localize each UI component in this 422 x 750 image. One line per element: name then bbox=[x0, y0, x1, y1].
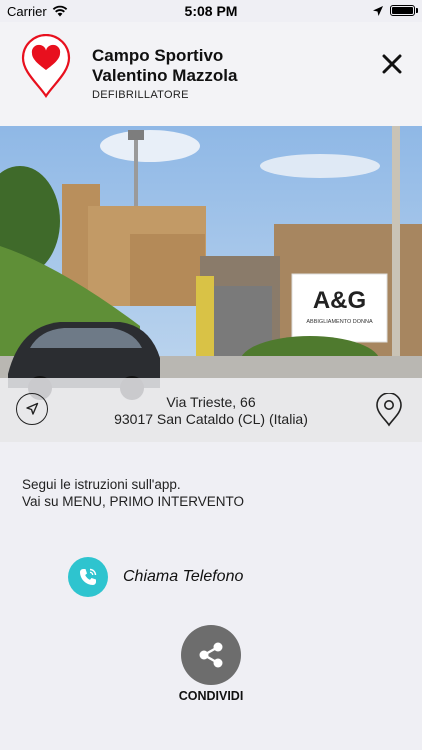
instructions-line-2: Vai su MENU, PRIMO INTERVENTO bbox=[22, 494, 245, 509]
location-services-icon bbox=[373, 6, 383, 16]
call-button[interactable] bbox=[68, 557, 108, 597]
share-button[interactable] bbox=[181, 625, 241, 685]
phone-icon bbox=[80, 568, 97, 585]
heart-map-pin-icon bbox=[21, 34, 71, 98]
address-line-2: 93017 San Cataldo (CL) (Italia) bbox=[114, 411, 308, 427]
share-icon bbox=[199, 642, 223, 668]
close-button[interactable] bbox=[378, 50, 406, 78]
battery-icon bbox=[390, 5, 415, 16]
instructions-line-1: Segui le istruzioni sull'app. bbox=[22, 477, 181, 492]
battery-tip bbox=[416, 8, 418, 13]
clock: 5:08 PM bbox=[184, 3, 238, 19]
map-pin-icon[interactable] bbox=[375, 393, 403, 427]
category-subtitle: DEFIBRILLATORE bbox=[92, 89, 189, 101]
navigation-arrow-icon bbox=[26, 402, 39, 415]
share-label: CONDIVIDI bbox=[178, 689, 244, 703]
title-line-2: Valentino Mazzola bbox=[92, 66, 238, 85]
sign-subtitle: ABBIGLIAMENTO DONNA bbox=[306, 319, 373, 325]
sign-logo: A&G bbox=[313, 287, 366, 314]
page-title: Campo Sportivo Valentino Mazzola bbox=[92, 46, 372, 86]
address: Via Trieste, 66 93017 San Cataldo (CL) (… bbox=[60, 394, 362, 428]
navigate-button[interactable] bbox=[16, 393, 48, 425]
header: Campo Sportivo Valentino Mazzola DEFIBRI… bbox=[0, 22, 422, 126]
call-label[interactable]: Chiama Telefono bbox=[123, 568, 243, 586]
title-line-1: Campo Sportivo bbox=[92, 46, 224, 65]
instructions-text: Segui le istruzioni sull'app. Vai su MEN… bbox=[22, 476, 402, 510]
status-bar: Carrier 5:08 PM bbox=[0, 0, 422, 22]
address-line-1: Via Trieste, 66 bbox=[166, 394, 256, 410]
close-icon bbox=[382, 54, 402, 74]
